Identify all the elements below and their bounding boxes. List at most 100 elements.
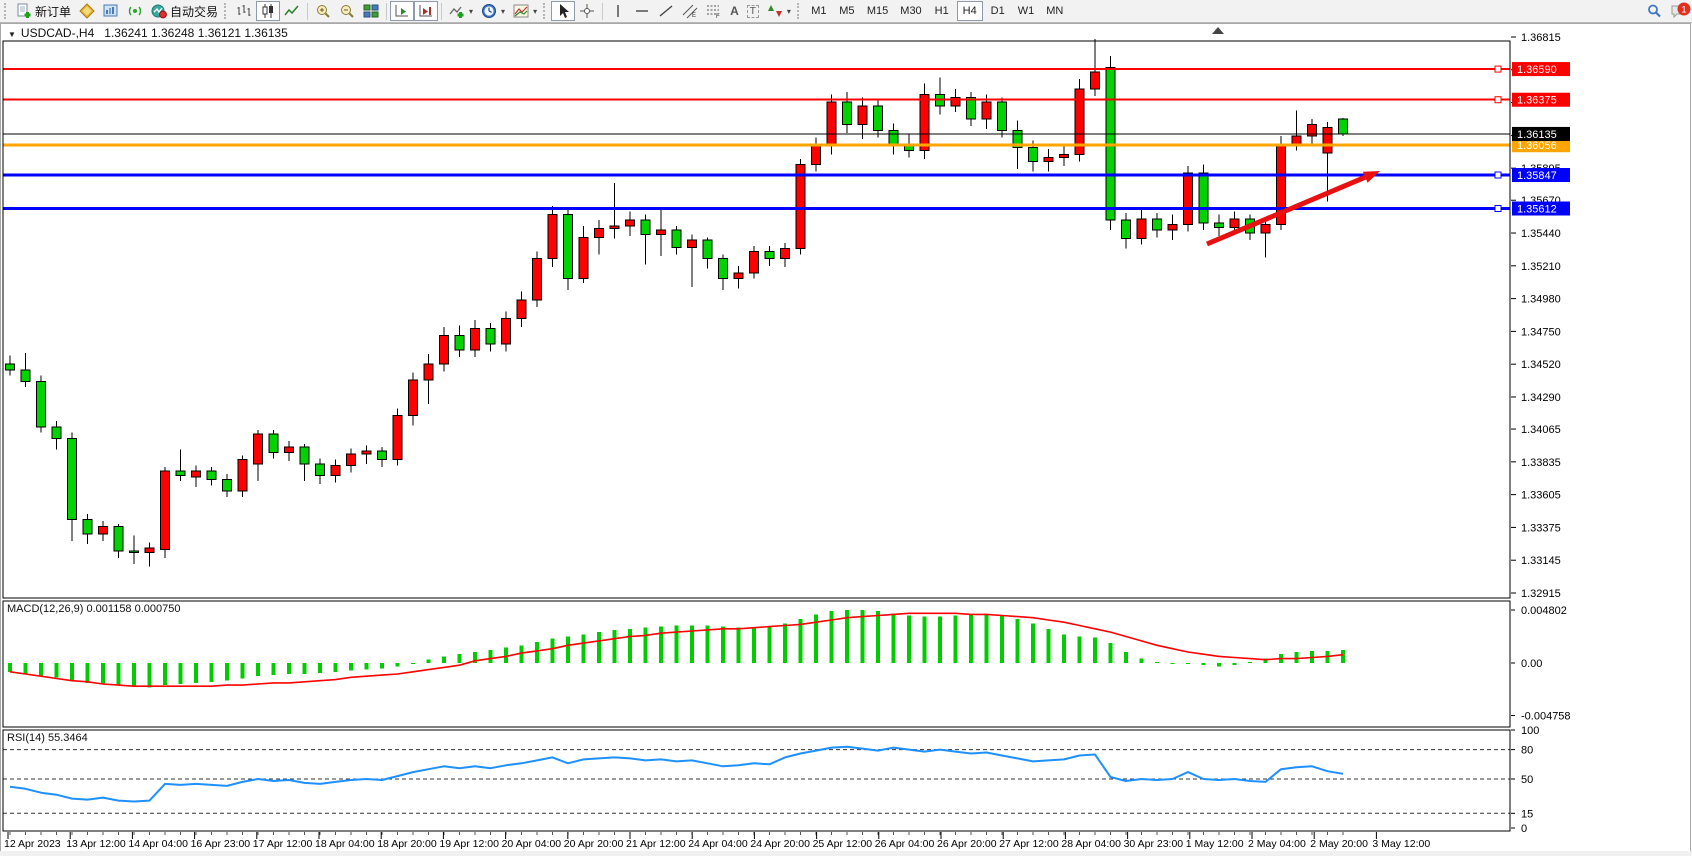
- toolbar-grip[interactable]: [543, 3, 548, 19]
- macd-histogram-bar: [1155, 662, 1159, 663]
- tab-timeframe-W1[interactable]: W1: [1013, 1, 1040, 21]
- candle-bullish: [161, 471, 170, 549]
- bar-chart-mode-button[interactable]: [232, 1, 256, 21]
- macd-histogram-bar: [86, 663, 90, 683]
- auto-trading-button[interactable]: 自动交易: [147, 1, 222, 21]
- tab-timeframe-M30[interactable]: M30: [895, 1, 926, 21]
- macd-axis-label: -0.004758: [1521, 711, 1571, 723]
- macd-histogram-bar: [1124, 652, 1128, 663]
- macd-histogram-bar: [582, 634, 586, 663]
- arrows-tool-button[interactable]: ▾: [763, 1, 795, 21]
- notifications-button[interactable]: 1: [1666, 1, 1690, 21]
- x-axis-label: 27 Apr 12:00: [999, 838, 1059, 850]
- toolbar-grip[interactable]: [797, 3, 802, 19]
- tab-timeframe-M5[interactable]: M5: [834, 1, 860, 21]
- macd-histogram-bar: [830, 611, 834, 663]
- candlestick-mode-button[interactable]: [256, 1, 280, 21]
- candle-bullish: [409, 380, 418, 416]
- candle-bearish: [967, 98, 976, 119]
- periods-button[interactable]: ▾: [477, 1, 509, 21]
- candle-bearish: [1029, 147, 1038, 161]
- candle-bullish: [1323, 128, 1332, 154]
- candle-bearish: [269, 434, 278, 453]
- x-axis-label: 3 May 12:00: [1372, 838, 1430, 850]
- macd-axis-label: 0.004802: [1521, 605, 1567, 617]
- x-axis-label: 17 Apr 12:00: [253, 838, 313, 850]
- chart-canvas[interactable]: 1.368151.365851.363551.361251.358951.356…: [0, 0, 1692, 856]
- market-watch-button[interactable]: [99, 1, 123, 21]
- candle-bullish: [827, 102, 836, 145]
- auto-scroll-button[interactable]: [390, 1, 414, 21]
- macd-histogram-bar: [241, 663, 245, 678]
- line-chart-mode-button[interactable]: [280, 1, 304, 21]
- search-button[interactable]: [1642, 1, 1666, 21]
- macd-histogram-bar: [225, 663, 229, 681]
- macd-histogram-bar: [24, 663, 28, 674]
- tab-timeframe-MN[interactable]: MN: [1041, 1, 1068, 21]
- chart-shift-button[interactable]: [414, 1, 438, 21]
- new-order-button[interactable]: 新订单: [12, 1, 75, 21]
- x-axis-label: 1 May 12:00: [1186, 838, 1244, 850]
- x-axis-label: 26 Apr 20:00: [937, 838, 997, 850]
- search-icon: [1646, 3, 1662, 19]
- tab-timeframe-D1[interactable]: D1: [985, 1, 1011, 21]
- templates-button[interactable]: ▾: [509, 1, 541, 21]
- candle-bullish: [362, 451, 371, 454]
- candle-bullish: [858, 106, 867, 125]
- fibonacci-tool-button[interactable]: F: [702, 1, 726, 21]
- macd-histogram-bar: [1233, 663, 1237, 665]
- macd-histogram-bar: [566, 637, 570, 663]
- toolbar-grip[interactable]: [4, 3, 9, 19]
- indicators-icon: [449, 3, 465, 19]
- trendline-tool-button[interactable]: [654, 1, 678, 21]
- rsi-indicator-label: RSI(14) 55.3464: [7, 732, 88, 744]
- crosshair-icon: [579, 3, 595, 19]
- signals-button[interactable]: [123, 1, 147, 21]
- vertical-line-tool-button[interactable]: [606, 1, 630, 21]
- candle-bullish: [347, 454, 356, 465]
- zoom-in-button[interactable]: [311, 1, 335, 21]
- rsi-value: 55.3464: [48, 732, 88, 744]
- candle-bearish: [672, 230, 681, 247]
- line-handle[interactable]: [1495, 66, 1501, 72]
- collapse-triangle-icon[interactable]: ▼: [8, 30, 16, 39]
- line-handle[interactable]: [1495, 172, 1501, 178]
- macd-histogram-bar: [799, 619, 803, 663]
- candle-bearish: [68, 438, 77, 519]
- macd-histogram-bar: [659, 627, 663, 663]
- text-tool-button[interactable]: A: [726, 1, 743, 21]
- channel-tool-button[interactable]: E: [678, 1, 702, 21]
- macd-histogram-bar: [783, 623, 787, 663]
- toolbar-grip[interactable]: [224, 3, 229, 19]
- tab-timeframe-H4[interactable]: H4: [957, 1, 983, 21]
- candle-bullish: [393, 416, 402, 460]
- tab-timeframe-M15[interactable]: M15: [862, 1, 893, 21]
- macd-histogram-bar: [163, 663, 167, 685]
- x-axis-label: 2 May 04:00: [1248, 838, 1306, 850]
- metaeditor-button[interactable]: [75, 1, 99, 21]
- line-handle[interactable]: [1495, 206, 1501, 212]
- line-handle[interactable]: [1495, 97, 1501, 103]
- bottom-strip: [0, 851, 1692, 856]
- tab-timeframe-H1[interactable]: H1: [929, 1, 955, 21]
- horizontal-line-tool-button[interactable]: [630, 1, 654, 21]
- candle-bearish: [1339, 119, 1348, 134]
- zoom-out-button[interactable]: [335, 1, 359, 21]
- crosshair-tool-button[interactable]: [575, 1, 599, 21]
- text-label-tool-button[interactable]: T: [743, 1, 763, 21]
- macd-main-value: 0.001158: [86, 603, 131, 615]
- macd-histogram-bar: [1140, 659, 1144, 663]
- candle-bullish: [610, 226, 619, 229]
- macd-histogram-bar: [489, 650, 493, 663]
- cursor-tool-button[interactable]: [551, 1, 575, 21]
- y-axis-label: 1.32915: [1521, 588, 1561, 600]
- x-axis-label: 18 Apr 20:00: [377, 838, 437, 850]
- chart-title-bar: ▼USDCAD-,H41.36241 1.36248 1.36121 1.361…: [8, 26, 288, 40]
- x-axis-label: 19 Apr 12:00: [439, 838, 499, 850]
- tile-windows-button[interactable]: [359, 1, 383, 21]
- equidistant-channel-icon: E: [682, 3, 698, 19]
- indicators-button[interactable]: ▾: [445, 1, 477, 21]
- candle-bullish: [1230, 219, 1239, 228]
- tab-timeframe-M1[interactable]: M1: [806, 1, 832, 21]
- macd-histogram-bar: [1295, 652, 1299, 663]
